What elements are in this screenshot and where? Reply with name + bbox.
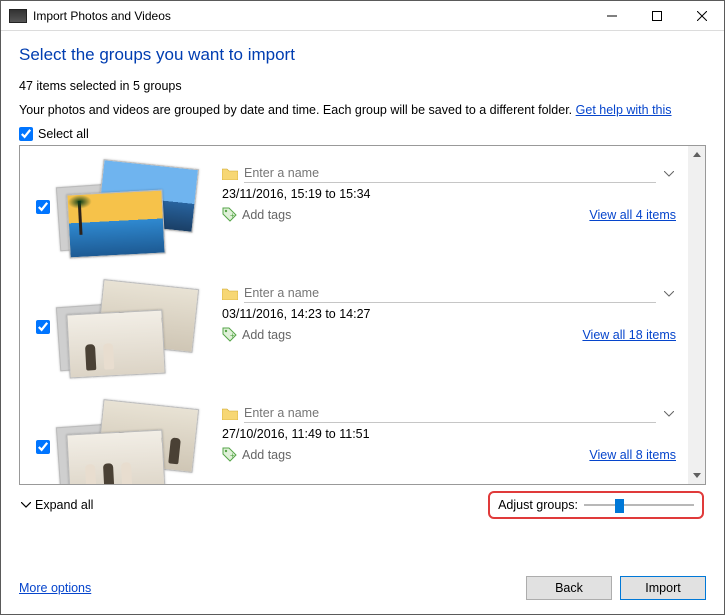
close-button[interactable] [679, 2, 724, 30]
group-meta: 23/11/2016, 15:19 to 15:34 + Add tags Vi… [208, 164, 676, 222]
back-button[interactable]: Back [526, 576, 612, 600]
footer: More options Back Import [19, 566, 706, 604]
description-text: Your photos and videos are grouped by da… [19, 103, 572, 117]
expand-all-label: Expand all [35, 498, 93, 512]
chevron-down-icon [664, 171, 674, 177]
help-link[interactable]: Get help with this [576, 103, 672, 117]
group-expand-toggle[interactable] [662, 287, 676, 301]
tag-icon: + [222, 207, 237, 222]
group-tags-row: + Add tags View all 4 items [222, 207, 676, 222]
group-tags-row: + Add tags View all 18 items [222, 327, 676, 342]
group-date-range: 03/11/2016, 14:23 to 14:27 [222, 307, 676, 321]
thumbnail-stack[interactable] [58, 164, 208, 254]
add-tags-label: Add tags [242, 328, 291, 342]
group-name-input[interactable] [244, 404, 656, 423]
maximize-icon [652, 11, 662, 21]
thumbnail [66, 190, 165, 259]
thumbnail-stack[interactable] [58, 284, 208, 374]
group-checkbox[interactable] [36, 320, 50, 334]
group-name-row [222, 404, 676, 423]
group-tags-row: + Add tags View all 8 items [222, 447, 676, 462]
select-all-row[interactable]: Select all [19, 127, 706, 141]
list-footer-row: Expand all Adjust groups: [19, 485, 706, 523]
import-photos-window: Import Photos and Videos Select the grou… [0, 0, 725, 615]
group-name-row [222, 284, 676, 303]
import-button[interactable]: Import [620, 576, 706, 600]
group-name-input[interactable] [244, 284, 656, 303]
adjust-groups-label: Adjust groups: [498, 498, 578, 512]
selection-summary: 47 items selected in 5 groups [19, 79, 706, 93]
adjust-groups-control: Adjust groups: [488, 491, 704, 519]
group-meta: 27/10/2016, 11:49 to 11:51 + Add tags Vi… [208, 404, 676, 462]
scroll-track[interactable] [688, 163, 705, 467]
group-date-range: 23/11/2016, 15:19 to 15:34 [222, 187, 676, 201]
svg-text:+: + [230, 451, 235, 460]
add-tags-button[interactable]: + Add tags [222, 207, 291, 222]
scroll-up-button[interactable] [688, 146, 705, 163]
expand-all-button[interactable]: Expand all [21, 498, 93, 512]
group-checkbox[interactable] [36, 200, 50, 214]
view-all-link[interactable]: View all 18 items [582, 328, 676, 342]
group-date-range: 27/10/2016, 11:49 to 11:51 [222, 427, 676, 441]
svg-text:+: + [230, 211, 235, 220]
add-tags-button[interactable]: + Add tags [222, 447, 291, 462]
tag-icon: + [222, 447, 237, 462]
group-item: 03/11/2016, 14:23 to 14:27 + Add tags Vi… [32, 274, 676, 394]
select-all-label: Select all [38, 127, 89, 141]
maximize-button[interactable] [634, 2, 679, 30]
folder-icon [222, 287, 238, 300]
group-expand-toggle[interactable] [662, 407, 676, 421]
group-name-input[interactable] [244, 164, 656, 183]
add-tags-button[interactable]: + Add tags [222, 327, 291, 342]
more-options-link[interactable]: More options [19, 581, 91, 595]
group-item: 27/10/2016, 11:49 to 11:51 + Add tags Vi… [32, 394, 676, 484]
chevron-down-icon [21, 502, 31, 508]
thumbnail [66, 310, 165, 379]
folder-icon [222, 407, 238, 420]
chevron-down-icon [664, 291, 674, 297]
slider-thumb[interactable] [615, 499, 624, 513]
chevron-down-icon [693, 473, 701, 478]
scrollbar[interactable] [688, 146, 705, 484]
group-name-row [222, 164, 676, 183]
view-all-link[interactable]: View all 8 items [589, 448, 676, 462]
thumbnail-stack[interactable] [58, 404, 208, 484]
chevron-up-icon [693, 152, 701, 157]
groups-list: 23/11/2016, 15:19 to 15:34 + Add tags Vi… [19, 145, 706, 485]
group-meta: 03/11/2016, 14:23 to 14:27 + Add tags Vi… [208, 284, 676, 342]
content-area: Select the groups you want to import 47 … [1, 31, 724, 614]
app-icon [9, 9, 27, 23]
thumbnail [66, 430, 165, 484]
scroll-down-button[interactable] [688, 467, 705, 484]
tag-icon: + [222, 327, 237, 342]
add-tags-label: Add tags [242, 208, 291, 222]
groups-description: Your photos and videos are grouped by da… [19, 103, 706, 117]
groups-list-inner: 23/11/2016, 15:19 to 15:34 + Add tags Vi… [20, 146, 688, 484]
group-item: 23/11/2016, 15:19 to 15:34 + Add tags Vi… [32, 154, 676, 274]
minimize-button[interactable] [589, 2, 634, 30]
page-title: Select the groups you want to import [19, 45, 706, 65]
titlebar: Import Photos and Videos [1, 1, 724, 31]
add-tags-label: Add tags [242, 448, 291, 462]
button-row: Back Import [526, 576, 706, 600]
folder-icon [222, 167, 238, 180]
view-all-link[interactable]: View all 4 items [589, 208, 676, 222]
window-title: Import Photos and Videos [33, 9, 589, 23]
group-checkbox[interactable] [36, 440, 50, 454]
minimize-icon [607, 11, 617, 21]
svg-text:+: + [230, 331, 235, 340]
select-all-checkbox[interactable] [19, 127, 33, 141]
chevron-down-icon [664, 411, 674, 417]
close-icon [697, 11, 707, 21]
slider-track [584, 504, 694, 506]
group-expand-toggle[interactable] [662, 167, 676, 181]
adjust-groups-slider[interactable] [584, 497, 694, 513]
